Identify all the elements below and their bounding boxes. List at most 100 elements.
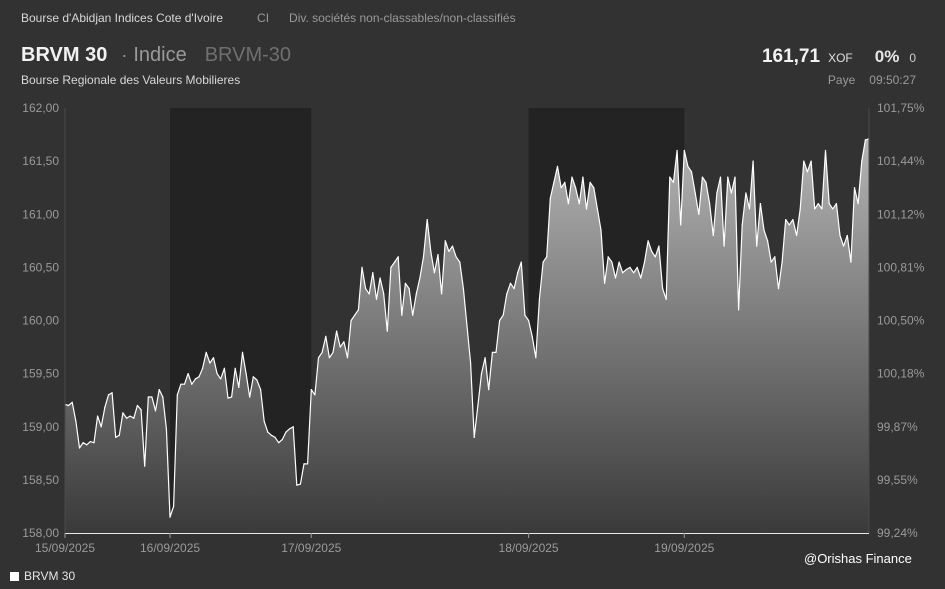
data-point <box>332 351 334 353</box>
y2-tick-label: 100,81% <box>877 260 925 274</box>
data-point <box>509 282 512 284</box>
data-point <box>777 288 780 290</box>
data-point <box>473 436 475 438</box>
data-point <box>752 160 754 162</box>
data-point <box>853 187 856 189</box>
y2-tick-label: 100,18% <box>877 367 925 381</box>
data-point <box>104 407 106 409</box>
data-point <box>372 272 374 274</box>
data-point <box>361 266 363 268</box>
data-point <box>618 261 620 263</box>
data-point <box>738 309 740 311</box>
data-point <box>571 176 573 178</box>
data-point <box>680 224 682 226</box>
y-tick-label: 160,00 <box>22 314 59 328</box>
data-point <box>716 192 718 194</box>
data-point <box>734 176 736 178</box>
data-point <box>441 293 443 295</box>
data-point <box>68 404 70 407</box>
data-point <box>712 234 714 237</box>
data-point <box>136 404 138 407</box>
data-point <box>183 383 186 385</box>
data-point <box>97 415 99 417</box>
data-point <box>767 240 769 242</box>
data-point <box>115 436 117 438</box>
data-point <box>535 357 537 359</box>
data-point <box>698 213 700 215</box>
data-point <box>520 261 522 263</box>
y-tick-label: 158,00 <box>22 526 59 540</box>
watermark: @Orishas Finance <box>804 551 912 566</box>
data-point <box>270 434 272 436</box>
data-point <box>806 171 809 173</box>
data-point <box>633 272 635 274</box>
data-point <box>151 396 153 398</box>
price-chart[interactable]: 15/09/2025 16/09/2025 17/09/2025 18/09/2025… <box>0 0 945 589</box>
data-point <box>278 442 280 444</box>
data-point <box>578 203 580 205</box>
data-point <box>357 309 359 311</box>
data-point <box>75 420 77 422</box>
data-point <box>553 181 555 183</box>
data-point <box>296 484 298 486</box>
data-point <box>238 386 240 388</box>
data-point <box>165 428 167 430</box>
x-tick-label: 17/09/2025 <box>281 541 341 555</box>
data-point <box>727 176 729 178</box>
y2-tick-label: 99,87% <box>877 420 918 434</box>
data-point <box>814 208 816 210</box>
data-point <box>828 203 830 205</box>
data-point <box>459 261 461 263</box>
data-point <box>205 351 207 353</box>
y2-tick-label: 99,24% <box>877 526 918 540</box>
data-point <box>462 288 464 290</box>
data-point <box>339 346 341 348</box>
data-point <box>274 436 276 438</box>
data-point <box>759 203 762 205</box>
data-point <box>817 203 819 205</box>
data-point <box>719 176 722 178</box>
data-point <box>785 219 787 221</box>
data-point <box>636 266 638 268</box>
data-point <box>835 203 838 205</box>
data-point <box>690 171 693 173</box>
data-point <box>263 420 265 422</box>
data-point <box>394 261 396 263</box>
data-point <box>864 139 867 141</box>
data-point <box>799 208 801 210</box>
data-point <box>546 256 548 258</box>
data-point <box>241 351 244 353</box>
data-point <box>412 314 414 316</box>
data-point <box>850 261 852 263</box>
data-point <box>770 261 772 263</box>
data-point <box>846 234 848 237</box>
data-point <box>422 256 425 258</box>
data-point <box>491 351 493 353</box>
data-point <box>611 261 613 263</box>
data-point <box>517 272 519 274</box>
data-point <box>567 203 570 205</box>
data-point <box>585 208 588 210</box>
data-point <box>227 397 229 399</box>
y2-tick-label: 101,12% <box>877 207 925 221</box>
data-point <box>375 298 378 300</box>
chart-legend[interactable]: BRVM 30 <box>10 569 75 583</box>
data-point <box>658 245 660 247</box>
data-point <box>140 409 142 411</box>
data-point <box>625 268 628 271</box>
y-tick-label: 162,00 <box>22 101 59 115</box>
data-point <box>593 187 595 189</box>
data-point <box>162 396 164 398</box>
data-point <box>379 277 381 279</box>
data-point <box>549 197 551 199</box>
data-point <box>444 240 446 242</box>
data-point <box>122 412 124 414</box>
data-point <box>654 256 656 258</box>
data-point <box>307 463 309 465</box>
x-tick-label: 16/09/2025 <box>140 541 200 555</box>
data-point <box>390 266 392 268</box>
data-point <box>705 181 707 183</box>
data-point <box>502 314 504 316</box>
data-point <box>245 373 247 375</box>
data-point <box>629 266 631 268</box>
